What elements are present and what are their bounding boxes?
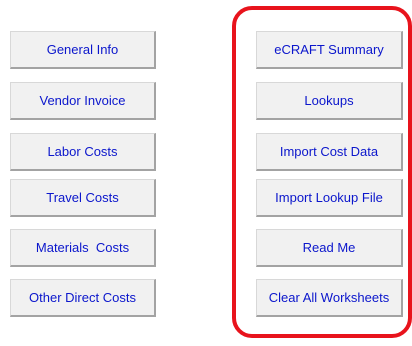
labor-costs-button[interactable]: Labor Costs xyxy=(10,133,156,171)
travel-costs-button[interactable]: Travel Costs xyxy=(10,179,156,217)
vendor-invoice-button[interactable]: Vendor Invoice xyxy=(10,82,156,120)
lookups-button[interactable]: Lookups xyxy=(256,82,403,120)
import-lookup-file-button[interactable]: Import Lookup File xyxy=(256,179,403,217)
ecraft-summary-button[interactable]: eCRAFT Summary xyxy=(256,31,403,69)
read-me-button[interactable]: Read Me xyxy=(256,229,403,267)
general-info-button[interactable]: General Info xyxy=(10,31,156,69)
clear-all-worksheets-button[interactable]: Clear All Worksheets xyxy=(256,279,403,317)
materials-costs-button[interactable]: Materials Costs xyxy=(10,229,156,267)
other-direct-costs-button[interactable]: Other Direct Costs xyxy=(10,279,156,317)
import-cost-data-button[interactable]: Import Cost Data xyxy=(256,133,403,171)
